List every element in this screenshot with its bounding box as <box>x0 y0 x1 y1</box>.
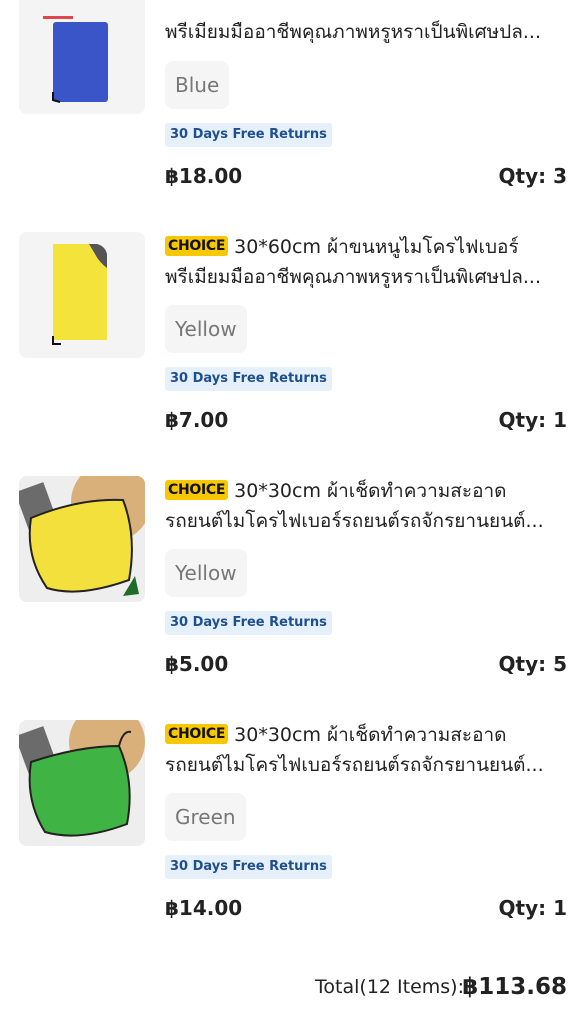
variant-chip[interactable]: Blue <box>165 61 230 109</box>
item-quantity: Qty: 1 <box>498 408 567 432</box>
item-price: ฿5.00 <box>165 652 229 676</box>
item-price: ฿14.00 <box>165 896 243 920</box>
product-title-line-2: รถยนต์ไมโครไฟเบอร์รถยนต์รถจักรยานยนต์... <box>165 754 544 776</box>
product-title-line-2: พรีเมียมมืออาชีพคุณภาพหรูหราเป็นพิเศษปล.… <box>165 21 541 43</box>
choice-badge: CHOICE <box>165 236 229 256</box>
item-quantity: Qty: 5 <box>498 652 567 676</box>
product-title-text: 30*30cm ผ้าเช็ดทำความสะอาด <box>234 724 507 746</box>
variant-chip[interactable]: Yellow <box>165 305 247 353</box>
free-returns-badge: 30 Days Free Returns <box>165 123 332 147</box>
towel-image <box>19 0 145 114</box>
item-quantity: Qty: 1 <box>498 896 567 920</box>
total-amount: ฿113.68 <box>462 974 567 1000</box>
free-returns-badge: 30 Days Free Returns <box>165 611 332 635</box>
choice-badge: CHOICE <box>165 480 229 500</box>
cart-item[interactable]: CHOICE 30*30cm ผ้าเช็ดทำความสะอาด รถยนต์ไ… <box>0 476 586 716</box>
product-thumbnail[interactable] <box>19 720 145 846</box>
product-title-line-2: รถยนต์ไมโครไฟเบอร์รถยนต์รถจักรยานยนต์... <box>165 510 544 532</box>
product-title-line-1: CHOICE 30*30cm ผ้าเช็ดทำความสะอาด <box>165 476 575 506</box>
towel-image <box>19 232 145 358</box>
variant-chip[interactable]: Green <box>165 793 246 841</box>
product-title-line-1: CHOICE 30*60cm ผ้าขนหนูไมโครไฟเบอร์ <box>165 232 575 262</box>
choice-badge: CHOICE <box>165 724 229 744</box>
free-returns-badge: 30 Days Free Returns <box>165 855 332 879</box>
product-title-line-2: พรีเมียมมืออาชีพคุณภาพหรูหราเป็นพิเศษปล.… <box>165 266 541 288</box>
product-title-line-1: CHOICE 30*30cm ผ้าเช็ดทำความสะอาด <box>165 720 575 750</box>
product-title[interactable]: CHOICE 30*30cm ผ้าเช็ดทำความสะอาด รถยนต์ไ… <box>165 720 575 780</box>
product-title[interactable]: CHOICE 30*30cm ผ้าเช็ดทำความสะอาด รถยนต์ไ… <box>165 476 575 536</box>
towel-image <box>19 476 145 602</box>
item-price: ฿7.00 <box>165 408 229 432</box>
total-label: Total(12 Items): <box>315 976 464 998</box>
product-title[interactable]: CHOICE 30*60cm ผ้าขนหนูไมโครไฟเบอร์ พรีเม… <box>165 232 575 292</box>
product-title-text: 30*30cm ผ้าเช็ดทำความสะอาด <box>234 480 507 502</box>
cart-item[interactable]: CHOICE 30*30cm ผ้าเช็ดทำความสะอาด รถยนต์ไ… <box>0 720 586 960</box>
free-returns-badge: 30 Days Free Returns <box>165 367 332 391</box>
product-thumbnail[interactable] <box>19 232 145 358</box>
variant-chip[interactable]: Yellow <box>165 549 247 597</box>
product-title-text: 30*60cm ผ้าขนหนูไมโครไฟเบอร์ <box>234 236 519 258</box>
item-price: ฿18.00 <box>165 164 243 188</box>
cart-item[interactable]: CHOICE 30*60cm ผ้าขนหนูไมโครไฟเบอร์ พรีเม… <box>0 232 586 472</box>
product-title[interactable]: พรีเมียมมืออาชีพคุณภาพหรูหราเป็นพิเศษปล.… <box>165 17 575 47</box>
product-thumbnail[interactable] <box>19 476 145 602</box>
item-quantity: Qty: 3 <box>498 164 567 188</box>
cart-item[interactable]: พรีเมียมมืออาชีพคุณภาพหรูหราเป็นพิเศษปล.… <box>0 0 586 228</box>
towel-image <box>19 720 145 846</box>
product-thumbnail[interactable] <box>19 0 145 114</box>
